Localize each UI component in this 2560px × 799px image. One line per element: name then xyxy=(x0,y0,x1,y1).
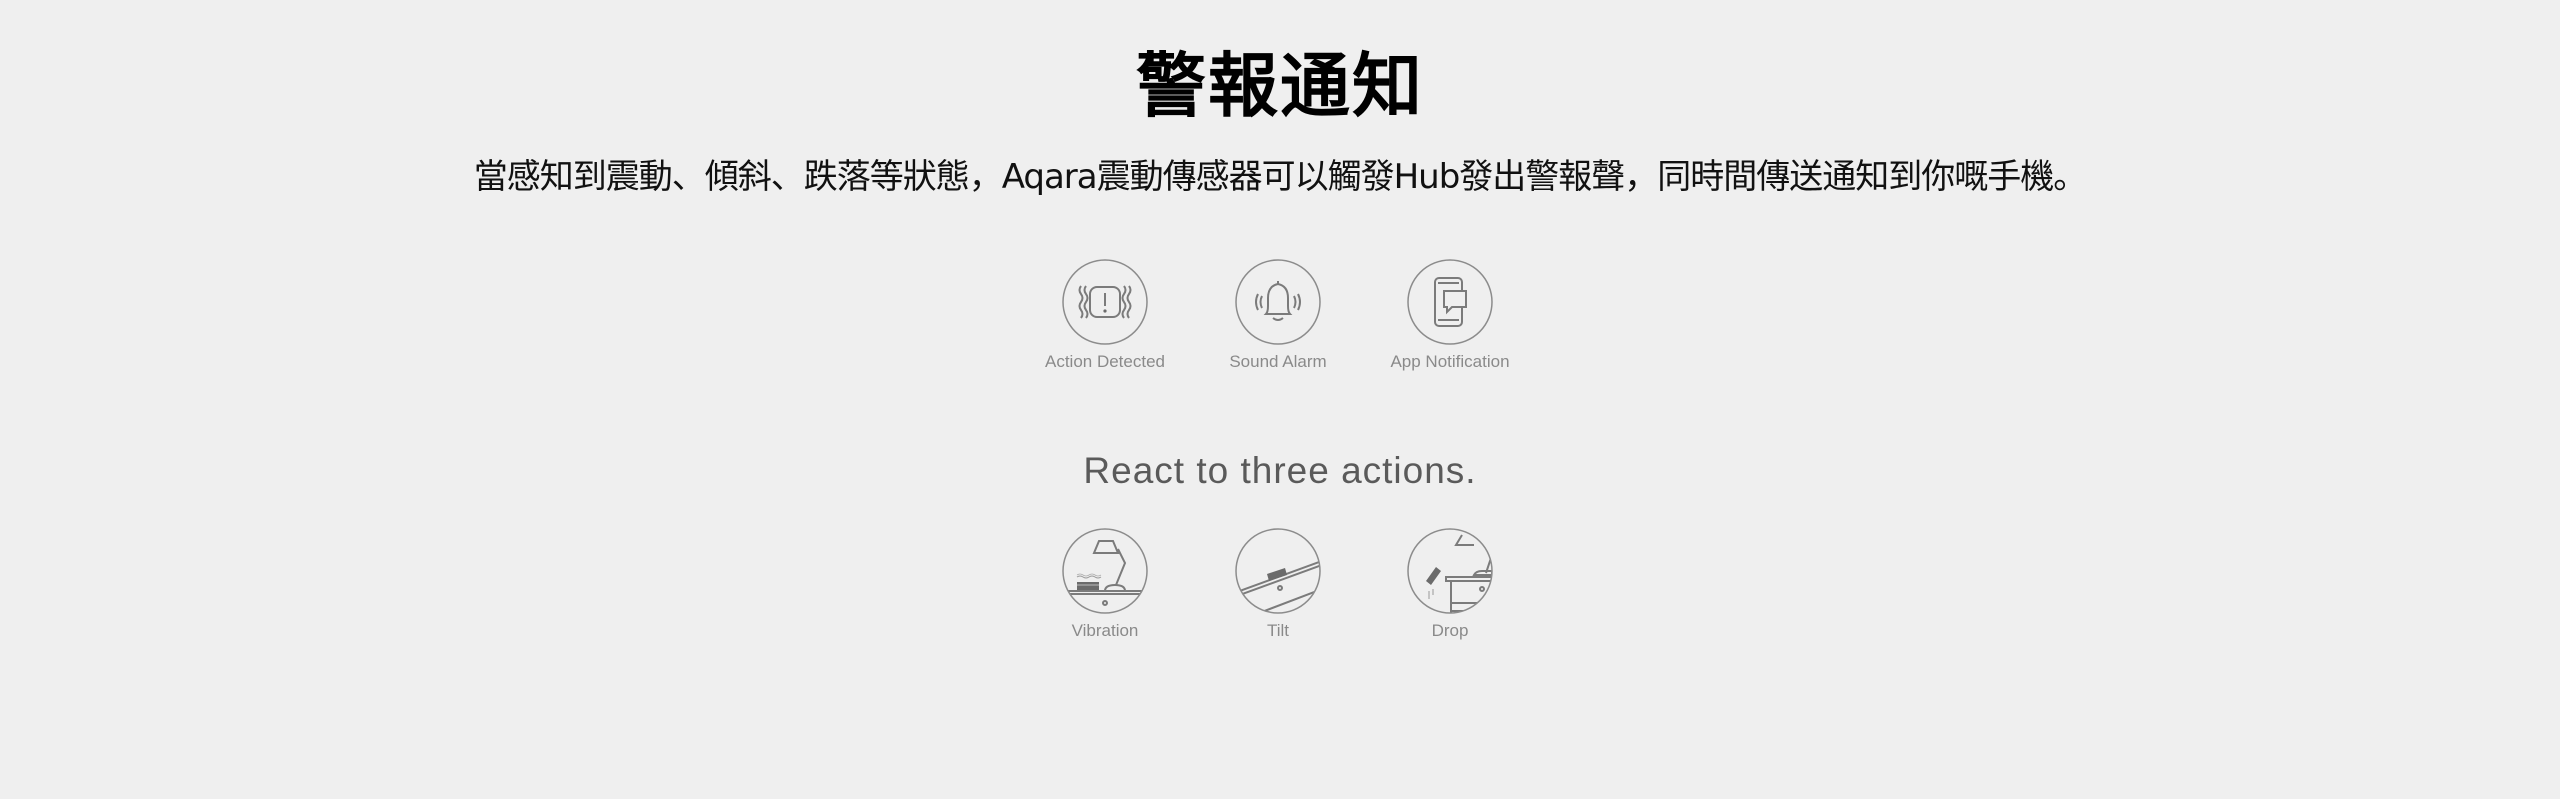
action-detected-icon xyxy=(1062,259,1148,345)
action-label: Drop xyxy=(1431,621,1469,640)
action-drop: Drop xyxy=(1360,527,1540,641)
action-tilt: Tilt xyxy=(1188,527,1368,641)
tilt-icon xyxy=(1235,528,1321,614)
feature-label: App Notification xyxy=(1390,352,1510,371)
action-vibration: Vibration xyxy=(1015,527,1195,641)
feature-app-notification: App Notification xyxy=(1360,258,1540,372)
action-label: Vibration xyxy=(1071,621,1139,640)
feature-sound-alarm: Sound Alarm xyxy=(1188,258,1368,372)
app-notification-icon xyxy=(1407,259,1493,345)
action-label: Tilt xyxy=(1266,621,1290,640)
section-heading: React to three actions. xyxy=(1083,450,1477,491)
sound-alarm-icon xyxy=(1235,259,1321,345)
feature-label: Action Detected xyxy=(1044,352,1165,371)
feature-label: Sound Alarm xyxy=(1229,352,1327,371)
vibration-icon xyxy=(1062,528,1148,614)
feature-action-detected: Action Detected xyxy=(1015,258,1195,372)
drop-icon xyxy=(1407,528,1493,614)
page-title: 警報通知 xyxy=(1136,45,1424,127)
page-description: 當感知到震動、傾斜、跌落等狀態，Aqara震動傳感器可以觸發Hub發出警報聲，同… xyxy=(473,157,2088,197)
